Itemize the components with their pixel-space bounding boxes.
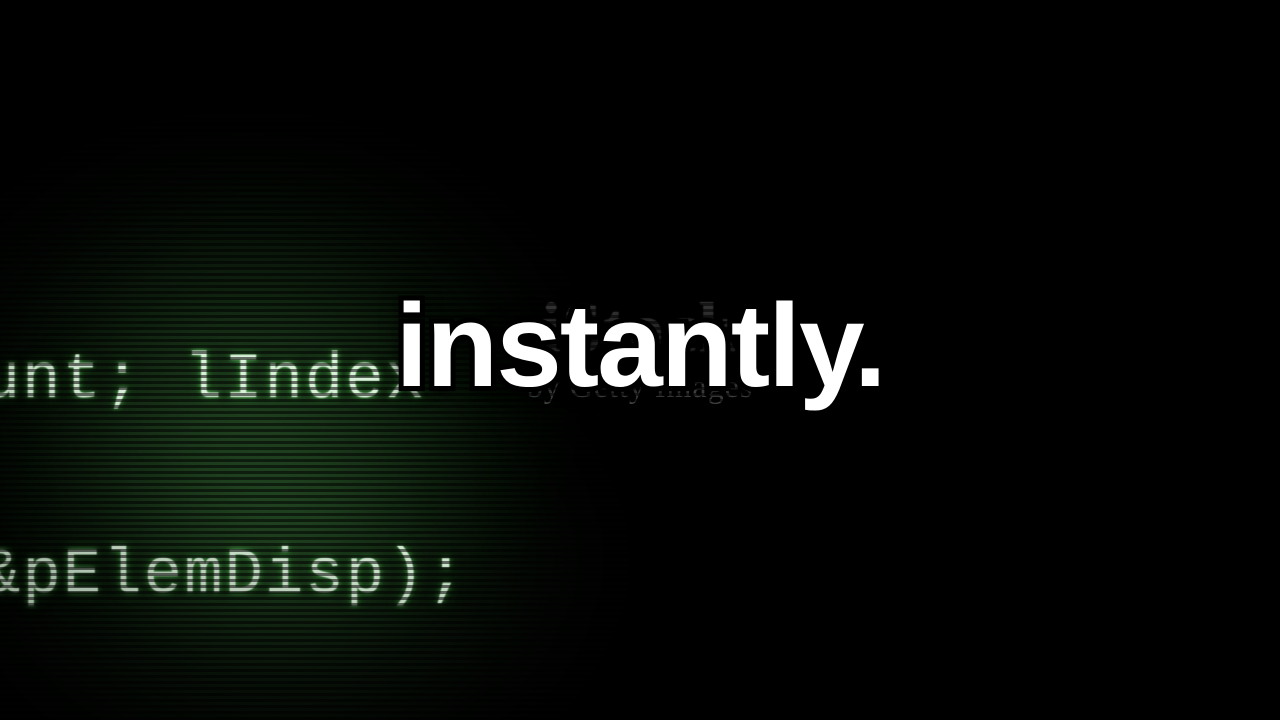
code-line-3: Idx, &pElemDisp); — [0, 540, 467, 612]
caption-word: instantly. — [395, 278, 884, 414]
code-line-2: (lCount; lIndex — [0, 345, 426, 417]
